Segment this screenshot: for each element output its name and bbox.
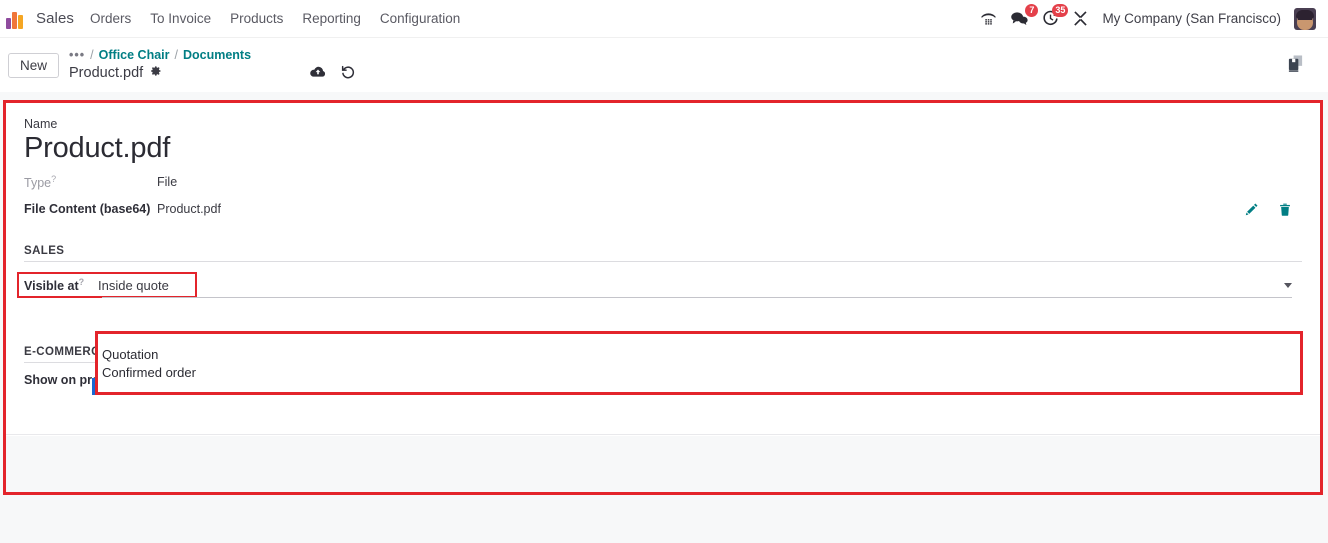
breadcrumb-current-record: Product.pdf	[69, 65, 144, 82]
clock-activity-icon[interactable]: 35	[1042, 4, 1069, 27]
user-avatar[interactable]	[1294, 7, 1316, 30]
cloud-upload-icon[interactable]	[309, 65, 327, 80]
visible-at-underline	[102, 297, 1292, 299]
file-content-field-value[interactable]: Product.pdf	[157, 202, 221, 216]
breadcrumb: ••• / Office Chair / Documents Product.p…	[69, 48, 251, 83]
dropdown-option-confirmed-order[interactable]: Confirmed order	[98, 364, 1300, 382]
gear-icon[interactable]	[150, 65, 162, 81]
app-name-sales[interactable]: Sales	[36, 10, 74, 27]
top-navbar: Sales Orders To Invoice Products Reporti…	[0, 0, 1328, 38]
pencil-edit-icon[interactable]	[1244, 202, 1259, 217]
name-field-value[interactable]: Product.pdf	[24, 132, 1302, 164]
control-panel-right	[1287, 54, 1318, 76]
menu-item-reporting[interactable]: Reporting	[302, 11, 361, 26]
dropdown-option-quotation[interactable]: Quotation	[98, 346, 1300, 364]
phone-dialpad-icon[interactable]	[980, 10, 997, 27]
field-row-type: Type? File	[24, 170, 1302, 194]
visible-at-dropdown[interactable]: Quotation Confirmed order	[95, 331, 1303, 395]
name-field-label: Name	[24, 117, 58, 131]
type-field-label: Type?	[24, 174, 57, 191]
breadcrumb-item-documents[interactable]: Documents	[183, 48, 251, 64]
control-panel: New ••• / Office Chair / Documents Produ…	[0, 38, 1328, 92]
breadcrumb-item-office-chair[interactable]: Office Chair	[99, 48, 170, 64]
navbar-systray: 7 35 My Company (San Francisco)	[980, 4, 1320, 30]
new-button[interactable]: New	[8, 52, 60, 78]
wrench-tools-icon[interactable]	[1072, 10, 1089, 27]
dropdown-options-list: Quotation Confirmed order	[98, 334, 1300, 382]
file-content-actions	[1244, 202, 1302, 217]
visible-at-help-icon[interactable]: ?	[79, 277, 85, 287]
file-content-field-label: File Content (base64)	[24, 202, 151, 217]
type-field-value: File	[157, 175, 178, 190]
company-selector[interactable]: My Company (San Francisco)	[1102, 11, 1281, 26]
visible-at-select-value[interactable]: Inside quote	[98, 278, 169, 293]
type-help-icon[interactable]: ?	[51, 174, 56, 184]
menu-item-configuration[interactable]: Configuration	[380, 11, 460, 26]
chat-bubbles-icon[interactable]: 7	[1010, 4, 1039, 27]
breadcrumb-overflow-dots[interactable]: •••	[69, 48, 85, 64]
visible-at-group: Visible at? Inside quote	[24, 275, 169, 295]
form-sheet-highlight: Name Product.pdf Type? File File Content…	[3, 100, 1323, 495]
chevron-down-icon[interactable]	[1284, 283, 1292, 289]
menu-item-products[interactable]: Products	[230, 11, 283, 26]
attachment-box-icon[interactable]	[1287, 54, 1304, 76]
menu-item-orders[interactable]: Orders	[90, 11, 131, 26]
field-row-visible-at: Visible at? Inside quote	[17, 272, 1302, 302]
main-menu: Orders To Invoice Products Reporting Con…	[90, 11, 460, 26]
undo-arrow-icon[interactable]	[340, 65, 356, 80]
sales-section-title: SALES	[24, 245, 65, 258]
field-row-file-content: File Content (base64) Product.pdf	[24, 197, 1302, 221]
breadcrumb-separator: /	[90, 47, 94, 62]
record-actions	[309, 65, 356, 80]
visible-at-label: Visible at?	[24, 277, 85, 294]
activities-count-badge: 35	[1052, 4, 1069, 17]
messages-count-badge: 7	[1025, 4, 1039, 17]
menu-item-to-invoice[interactable]: To Invoice	[150, 11, 211, 26]
odoo-logo-icon[interactable]	[6, 9, 28, 29]
trash-delete-icon[interactable]	[1278, 202, 1292, 217]
breadcrumb-separator-2: /	[174, 47, 178, 62]
sales-section-divider	[24, 261, 1302, 263]
form-sheet-footer	[6, 436, 1320, 492]
